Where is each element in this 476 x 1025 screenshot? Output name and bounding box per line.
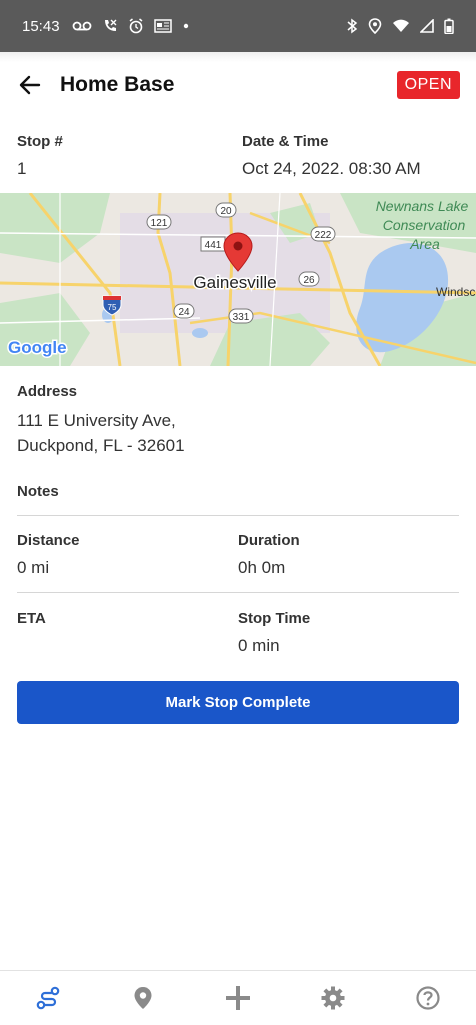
bottom-navigation (0, 970, 476, 1025)
eta-label: ETA (17, 610, 46, 627)
app-bar: Home Base OPEN (0, 52, 476, 118)
map-city-label: Gainesville (193, 273, 276, 292)
distance-field: Distance 0 mi (17, 532, 238, 578)
map-graphic: 121 20 441 222 26 24 331 75 Gainesville … (0, 193, 476, 366)
svg-text:20: 20 (220, 206, 232, 217)
svg-text:222: 222 (315, 230, 332, 241)
stop-time-value: 0 min (238, 636, 280, 655)
location-pin-icon (134, 987, 152, 1009)
svg-text:331: 331 (233, 312, 250, 323)
gear-icon (321, 986, 345, 1010)
duration-field: Duration 0h 0m (238, 532, 459, 578)
address-section: Address 111 E University Ave, Duckpond, … (17, 383, 459, 458)
alarm-icon (129, 18, 143, 34)
stop-number-field: Stop # 1 (17, 133, 234, 179)
notes-section: Notes (17, 483, 59, 500)
stop-time-field: Stop Time 0 min (238, 610, 459, 656)
svg-text:121: 121 (151, 218, 168, 229)
stop-number-label: Stop # (17, 133, 63, 150)
route-shield: 121 (146, 214, 172, 230)
nav-item-add[interactable] (208, 971, 268, 1025)
route-shield: 24 (173, 303, 195, 319)
back-button[interactable] (16, 71, 44, 99)
status-left-icons (72, 18, 190, 34)
status-bar: 15:43 (0, 0, 476, 52)
date-time-label: Date & Time (242, 133, 329, 150)
page-title: Home Base (60, 73, 175, 96)
status-badge: OPEN (396, 71, 460, 99)
eta-field: ETA (17, 610, 238, 656)
stop-info-row: Stop # 1 Date & Time Oct 24, 2022. 08:30… (17, 133, 459, 179)
nav-item-routes[interactable] (18, 971, 78, 1025)
voicemail-icon (72, 21, 91, 31)
arrow-left-icon (19, 75, 41, 95)
svg-text:441: 441 (205, 240, 222, 251)
status-right-icons (346, 18, 454, 34)
map-lake-label-2: Conservation (383, 217, 466, 233)
battery-icon (444, 18, 454, 34)
date-time-value: Oct 24, 2022. 08:30 AM (242, 159, 421, 178)
news-icon (153, 19, 172, 33)
address-line-2: Duckpond, FL - 32601 (17, 436, 185, 455)
google-logo: Google (8, 338, 67, 357)
address-label: Address (17, 383, 78, 400)
stop-time-label: Stop Time (238, 610, 311, 627)
map-view[interactable]: 121 20 441 222 26 24 331 75 Gainesville … (0, 193, 476, 366)
location-icon (368, 18, 382, 34)
mark-stop-complete-button[interactable]: Mark Stop Complete (17, 681, 459, 724)
map-place-label: Windsc (436, 285, 475, 299)
stop-number-value: 1 (17, 159, 27, 178)
plus-icon (225, 986, 250, 1010)
date-time-field: Date & Time Oct 24, 2022. 08:30 AM (234, 133, 459, 179)
dot-icon (183, 23, 188, 29)
map-lake-label-3: Area (409, 236, 440, 252)
route-shield: 441 (200, 236, 226, 252)
distance-value: 0 mi (17, 558, 50, 577)
svg-text:24: 24 (178, 307, 190, 318)
status-time: 15:43 (22, 17, 60, 35)
duration-label: Duration (238, 532, 300, 549)
wifi-icon (393, 19, 409, 32)
eta-stoptime-row: ETA Stop Time 0 min (17, 610, 459, 656)
address-line-1: 111 E University Ave, (17, 411, 176, 430)
route-icon (36, 986, 59, 1010)
signal-icon (420, 19, 434, 33)
distance-label: Distance (17, 532, 80, 549)
route-shield: 331 (228, 308, 254, 324)
divider (17, 592, 459, 593)
divider (17, 515, 459, 516)
svg-text:75: 75 (108, 303, 117, 312)
bluetooth-icon (347, 18, 358, 34)
distance-duration-row: Distance 0 mi Duration 0h 0m (17, 532, 459, 578)
notes-label: Notes (17, 483, 59, 500)
route-shield: 20 (215, 202, 237, 218)
nav-item-help[interactable] (398, 971, 458, 1025)
duration-value: 0h 0m (238, 558, 286, 577)
missed-call-icon (104, 19, 117, 31)
route-shield: 222 (310, 226, 336, 242)
map-lake-label-1: Newnans Lake (376, 198, 469, 214)
nav-item-settings[interactable] (303, 971, 363, 1025)
nav-item-locations[interactable] (113, 971, 173, 1025)
help-icon (416, 986, 440, 1010)
route-shield: 26 (298, 271, 320, 287)
svg-text:26: 26 (303, 275, 315, 286)
